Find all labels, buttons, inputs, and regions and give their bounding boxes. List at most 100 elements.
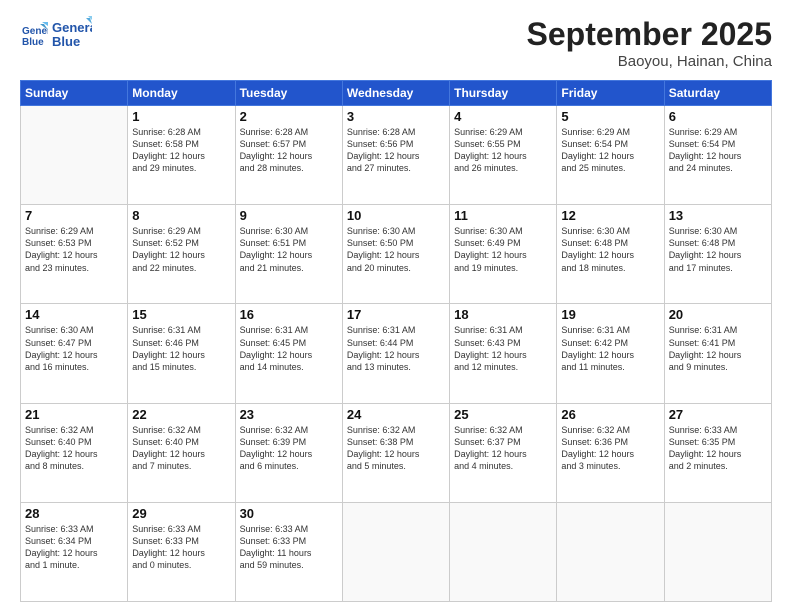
day-number: 30: [240, 506, 338, 521]
day-number: 15: [132, 307, 230, 322]
day-number: 8: [132, 208, 230, 223]
day-info: Sunrise: 6:32 AM Sunset: 6:38 PM Dayligh…: [347, 424, 445, 473]
calendar-cell: 27Sunrise: 6:33 AM Sunset: 6:35 PM Dayli…: [664, 403, 771, 502]
calendar-cell: 14 Sunrise: 6:30 AM Sunset: 6:47 PM Dayli…: [21, 304, 128, 403]
day-number: 6: [669, 109, 767, 124]
svg-text:Blue: Blue: [22, 37, 44, 48]
day-info: Sunrise: 6:32 AM Sunset: 6:40 PM Dayligh…: [25, 424, 123, 473]
calendar-cell: 1Sunrise: 6:28 AM Sunset: 6:58 PM Daylig…: [128, 106, 235, 205]
calendar-cell: 13 Sunrise: 6:30 AM Sunset: 6:48 PM Dayli…: [664, 205, 771, 304]
calendar-cell: 9 Sunrise: 6:30 AM Sunset: 6:51 PM Daylig…: [235, 205, 342, 304]
day-info: Sunrise: 6:29 AM Sunset: 6:52 PM Dayligh…: [132, 225, 230, 274]
title-block: September 2025 Baoyou, Hainan, China: [527, 16, 772, 70]
day-info: Sunrise: 6:30 AM Sunset: 6:51 PM Dayligh…: [240, 225, 338, 274]
day-info: Sunrise: 6:28 AM Sunset: 6:58 PM Dayligh…: [132, 126, 230, 175]
day-info: Sunrise: 6:28 AM Sunset: 6:56 PM Dayligh…: [347, 126, 445, 175]
day-number: 7: [25, 208, 123, 223]
week-row-0: 1Sunrise: 6:28 AM Sunset: 6:58 PM Daylig…: [21, 106, 772, 205]
day-number: 9: [240, 208, 338, 223]
day-info: Sunrise: 6:29 AM Sunset: 6:54 PM Dayligh…: [669, 126, 767, 175]
weekday-header-saturday: Saturday: [664, 81, 771, 106]
svg-text:Blue: Blue: [52, 34, 80, 49]
day-number: 19: [561, 307, 659, 322]
day-info: Sunrise: 6:30 AM Sunset: 6:48 PM Dayligh…: [669, 225, 767, 274]
day-info: Sunrise: 6:30 AM Sunset: 6:47 PM Dayligh…: [25, 324, 123, 373]
weekday-header-row: SundayMondayTuesdayWednesdayThursdayFrid…: [21, 81, 772, 106]
svg-text:General: General: [52, 20, 92, 35]
month-title: September 2025: [527, 16, 772, 53]
logo-svg: General Blue: [52, 16, 92, 52]
weekday-header-thursday: Thursday: [450, 81, 557, 106]
day-info: Sunrise: 6:29 AM Sunset: 6:53 PM Dayligh…: [25, 225, 123, 274]
calendar-cell: 29Sunrise: 6:33 AM Sunset: 6:33 PM Dayli…: [128, 502, 235, 601]
day-info: Sunrise: 6:31 AM Sunset: 6:41 PM Dayligh…: [669, 324, 767, 373]
day-info: Sunrise: 6:32 AM Sunset: 6:39 PM Dayligh…: [240, 424, 338, 473]
day-number: 18: [454, 307, 552, 322]
day-info: Sunrise: 6:29 AM Sunset: 6:54 PM Dayligh…: [561, 126, 659, 175]
calendar-cell: 22 Sunrise: 6:32 AM Sunset: 6:40 PM Dayli…: [128, 403, 235, 502]
day-info: Sunrise: 6:31 AM Sunset: 6:46 PM Dayligh…: [132, 324, 230, 373]
page: General Blue General Blue September 2025: [0, 0, 792, 612]
day-info: Sunrise: 6:30 AM Sunset: 6:49 PM Dayligh…: [454, 225, 552, 274]
day-number: 10: [347, 208, 445, 223]
day-number: 3: [347, 109, 445, 124]
day-info: Sunrise: 6:31 AM Sunset: 6:44 PM Dayligh…: [347, 324, 445, 373]
day-info: Sunrise: 6:32 AM Sunset: 6:40 PM Dayligh…: [132, 424, 230, 473]
day-info: Sunrise: 6:31 AM Sunset: 6:45 PM Dayligh…: [240, 324, 338, 373]
svg-text:General: General: [22, 26, 48, 37]
header: General Blue General Blue September 2025: [20, 16, 772, 70]
calendar-cell: 11 Sunrise: 6:30 AM Sunset: 6:49 PM Dayli…: [450, 205, 557, 304]
day-number: 16: [240, 307, 338, 322]
calendar-cell: 28 Sunrise: 6:33 AM Sunset: 6:34 PM Dayli…: [21, 502, 128, 601]
calendar-cell: 20Sunrise: 6:31 AM Sunset: 6:41 PM Dayli…: [664, 304, 771, 403]
calendar-cell: 24Sunrise: 6:32 AM Sunset: 6:38 PM Dayli…: [342, 403, 449, 502]
day-info: Sunrise: 6:33 AM Sunset: 6:33 PM Dayligh…: [240, 523, 338, 572]
day-number: 11: [454, 208, 552, 223]
day-number: 22: [132, 407, 230, 422]
calendar-cell: 16 Sunrise: 6:31 AM Sunset: 6:45 PM Dayli…: [235, 304, 342, 403]
day-info: Sunrise: 6:31 AM Sunset: 6:42 PM Dayligh…: [561, 324, 659, 373]
day-number: 23: [240, 407, 338, 422]
calendar-table: SundayMondayTuesdayWednesdayThursdayFrid…: [20, 80, 772, 602]
day-number: 13: [669, 208, 767, 223]
calendar-cell: 30 Sunrise: 6:33 AM Sunset: 6:33 PM Dayli…: [235, 502, 342, 601]
day-info: Sunrise: 6:32 AM Sunset: 6:37 PM Dayligh…: [454, 424, 552, 473]
calendar-cell: 19 Sunrise: 6:31 AM Sunset: 6:42 PM Dayli…: [557, 304, 664, 403]
day-number: 26: [561, 407, 659, 422]
day-info: Sunrise: 6:31 AM Sunset: 6:43 PM Dayligh…: [454, 324, 552, 373]
day-number: 28: [25, 506, 123, 521]
calendar-cell: 17Sunrise: 6:31 AM Sunset: 6:44 PM Dayli…: [342, 304, 449, 403]
calendar-cell: [21, 106, 128, 205]
calendar-cell: [557, 502, 664, 601]
day-number: 21: [25, 407, 123, 422]
week-row-3: 21 Sunrise: 6:32 AM Sunset: 6:40 PM Dayli…: [21, 403, 772, 502]
location-subtitle: Baoyou, Hainan, China: [527, 53, 772, 70]
calendar-cell: 18 Sunrise: 6:31 AM Sunset: 6:43 PM Dayli…: [450, 304, 557, 403]
calendar-cell: 4Sunrise: 6:29 AM Sunset: 6:55 PM Daylig…: [450, 106, 557, 205]
day-info: Sunrise: 6:30 AM Sunset: 6:50 PM Dayligh…: [347, 225, 445, 274]
calendar-cell: 23 Sunrise: 6:32 AM Sunset: 6:39 PM Dayli…: [235, 403, 342, 502]
calendar-cell: 25 Sunrise: 6:32 AM Sunset: 6:37 PM Dayli…: [450, 403, 557, 502]
day-number: 27: [669, 407, 767, 422]
day-number: 14: [25, 307, 123, 322]
weekday-header-friday: Friday: [557, 81, 664, 106]
week-row-1: 7 Sunrise: 6:29 AM Sunset: 6:53 PM Daylig…: [21, 205, 772, 304]
calendar-cell: 7 Sunrise: 6:29 AM Sunset: 6:53 PM Daylig…: [21, 205, 128, 304]
calendar-cell: 12Sunrise: 6:30 AM Sunset: 6:48 PM Dayli…: [557, 205, 664, 304]
day-info: Sunrise: 6:33 AM Sunset: 6:34 PM Dayligh…: [25, 523, 123, 572]
calendar-cell: 26Sunrise: 6:32 AM Sunset: 6:36 PM Dayli…: [557, 403, 664, 502]
day-number: 29: [132, 506, 230, 521]
day-number: 12: [561, 208, 659, 223]
week-row-4: 28 Sunrise: 6:33 AM Sunset: 6:34 PM Dayli…: [21, 502, 772, 601]
day-number: 25: [454, 407, 552, 422]
calendar-cell: [450, 502, 557, 601]
calendar-cell: 2Sunrise: 6:28 AM Sunset: 6:57 PM Daylig…: [235, 106, 342, 205]
weekday-header-monday: Monday: [128, 81, 235, 106]
calendar-cell: 10 Sunrise: 6:30 AM Sunset: 6:50 PM Dayli…: [342, 205, 449, 304]
calendar-cell: 5 Sunrise: 6:29 AM Sunset: 6:54 PM Daylig…: [557, 106, 664, 205]
day-info: Sunrise: 6:29 AM Sunset: 6:55 PM Dayligh…: [454, 126, 552, 175]
calendar-cell: 21 Sunrise: 6:32 AM Sunset: 6:40 PM Dayli…: [21, 403, 128, 502]
day-number: 5: [561, 109, 659, 124]
weekday-header-sunday: Sunday: [21, 81, 128, 106]
calendar-cell: 8 Sunrise: 6:29 AM Sunset: 6:52 PM Daylig…: [128, 205, 235, 304]
